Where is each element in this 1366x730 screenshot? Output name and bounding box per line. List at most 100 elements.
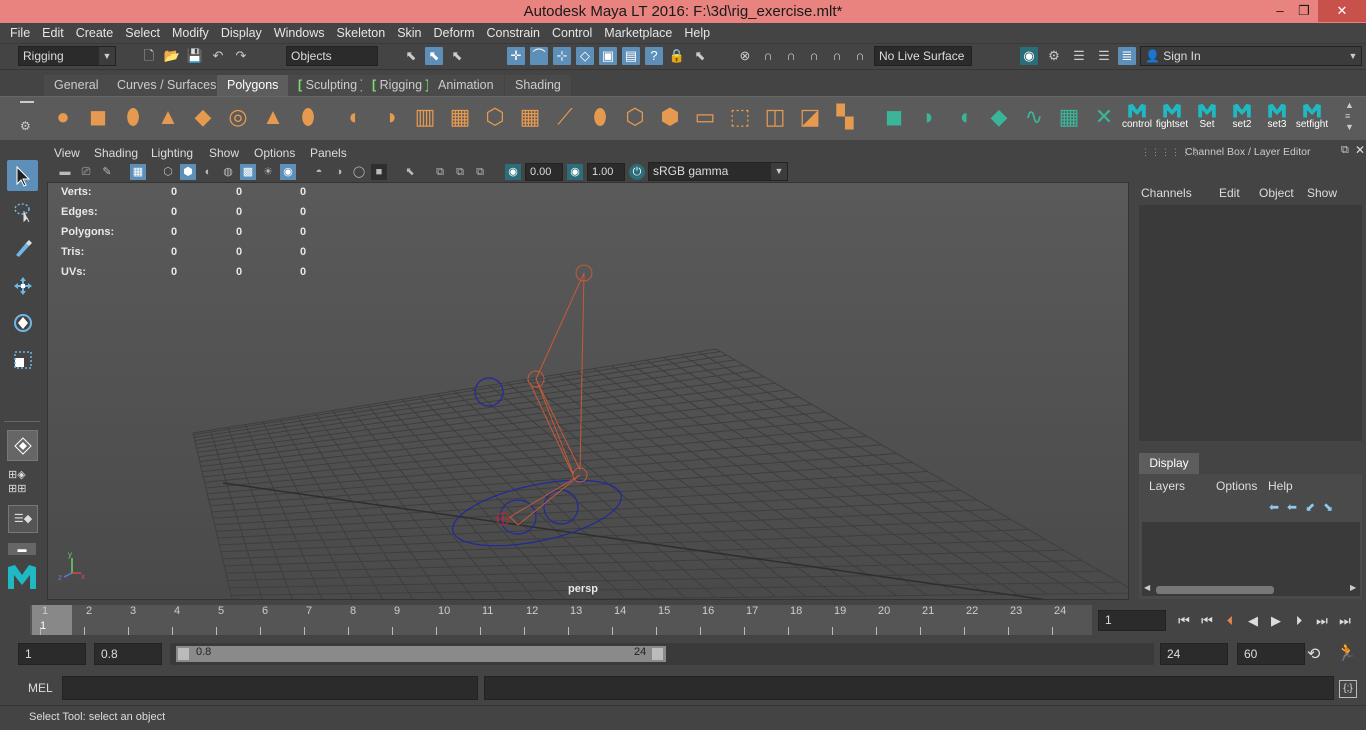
close-panel-icon[interactable]: ✕	[1355, 143, 1365, 157]
multi-cut-icon[interactable]: ⟋	[550, 101, 580, 133]
scale-tool-icon[interactable]	[7, 344, 38, 375]
select-component-icon[interactable]: ⬉	[448, 47, 466, 65]
checker-icon[interactable]: ▦	[1054, 101, 1084, 133]
insert-edge-loop-icon[interactable]: ⬚	[725, 101, 755, 133]
bevel-icon[interactable]: ⬡	[480, 101, 510, 133]
scroll-right-icon[interactable]: ▶	[1350, 583, 1356, 592]
shelf-button-fightset[interactable]: fightset	[1155, 119, 1189, 131]
render-icon[interactable]: ▤	[622, 47, 640, 65]
cut-uv-icon[interactable]: ◗	[914, 101, 944, 133]
surface-magnet-icon[interactable]: ∩	[828, 47, 846, 65]
sphere-icon[interactable]: ●	[48, 101, 78, 133]
bevel-edge-icon[interactable]: ⬡	[620, 101, 650, 133]
tab-general[interactable]: General	[44, 75, 109, 96]
sound-icon[interactable]: ⬉	[691, 47, 709, 65]
snap-curve-icon[interactable]: ⌒	[530, 47, 548, 65]
shelf-button-setfight[interactable]: setfight	[1295, 119, 1329, 131]
live-magnet-icon[interactable]: ∩	[851, 47, 869, 65]
shelf-menu-icon[interactable]	[20, 101, 34, 103]
rotate-tool-icon[interactable]	[7, 307, 38, 338]
menu-help[interactable]: Help	[678, 23, 716, 43]
snap-together-icon[interactable]: ⊗	[736, 47, 754, 65]
current-frame-field[interactable]: 1	[1098, 610, 1166, 631]
bookmark-icon[interactable]: ✎	[99, 164, 115, 180]
magnet-icon[interactable]: ∩	[759, 47, 777, 65]
cube-icon[interactable]: ◼	[83, 101, 113, 133]
motion-blur-icon[interactable]: ◑	[331, 164, 347, 180]
play-backwards-icon[interactable]: ◀	[1244, 612, 1262, 630]
offset-edge-loop-icon[interactable]: ◫	[760, 101, 790, 133]
float-panel-icon[interactable]: ⧉	[1341, 144, 1349, 157]
anim-end-field[interactable]: 60	[1237, 643, 1305, 665]
torus-icon[interactable]: ◎	[223, 101, 253, 133]
step-back-key-icon[interactable]: ⏮	[1198, 612, 1216, 630]
target-weld-icon[interactable]: ⬮	[585, 101, 615, 133]
sign-in-dropdown[interactable]: 👤 Sign In ▼	[1140, 46, 1362, 66]
layer-menu-layers[interactable]: Layers	[1149, 479, 1185, 493]
gear-icon[interactable]: ⚙	[20, 119, 31, 133]
step-back-frame-icon[interactable]: ⏴	[1221, 612, 1239, 630]
menu-marketplace[interactable]: Marketplace	[598, 23, 678, 43]
dotted-magnet-icon[interactable]: ∩	[805, 47, 823, 65]
tab-polygons[interactable]: Polygons	[217, 75, 289, 96]
viewport-menu-shading[interactable]: Shading	[94, 146, 138, 160]
channel-menu-edit[interactable]: Edit	[1219, 186, 1240, 200]
menu-select[interactable]: Select	[119, 23, 166, 43]
menu-windows[interactable]: Windows	[268, 23, 331, 43]
paint-skin-weights-icon[interactable]: ◼	[879, 101, 909, 133]
select-object-icon[interactable]: ⬉	[425, 47, 443, 65]
gamma-icon[interactable]: ◉	[567, 164, 583, 180]
lock-icon[interactable]: 🔒	[668, 47, 686, 65]
outliner-layout-icon[interactable]: ☰◆	[8, 505, 38, 533]
open-scene-icon[interactable]: 📂	[163, 47, 181, 65]
layer-scrollbar[interactable]: ◀ ▶	[1142, 583, 1360, 596]
selection-mode-dropdown[interactable]: Objects	[286, 46, 378, 66]
tab-shading[interactable]: Shading	[505, 75, 571, 96]
lasso-tool-icon[interactable]	[7, 196, 38, 227]
step-forward-frame-icon[interactable]: ⏵	[1290, 612, 1308, 630]
exposure-icon[interactable]: ◉	[505, 164, 521, 180]
layout-toggle-icon[interactable]: ▬	[8, 543, 36, 555]
save-scene-icon[interactable]: 💾	[186, 47, 204, 65]
paint-select-tool-icon[interactable]	[7, 232, 38, 263]
curve-magnet-icon[interactable]: ∩	[782, 47, 800, 65]
new-scene-icon[interactable]: 🗋	[140, 47, 158, 65]
cone-icon[interactable]: ▲	[153, 101, 183, 133]
close-button[interactable]: ✕	[1318, 0, 1366, 22]
ambient-occlusion-icon[interactable]: ◓	[311, 164, 327, 180]
shelf-scroll[interactable]: ▲ ≡ ▼	[1345, 100, 1354, 133]
viewport-menu-options[interactable]: Options	[254, 146, 295, 160]
resolution-gate-icon[interactable]: ⧉	[452, 164, 468, 180]
shelf-button-set3[interactable]: set3	[1260, 119, 1294, 131]
render-settings-icon[interactable]: ⚙	[1045, 47, 1063, 65]
anti-alias-icon[interactable]: ◯	[351, 164, 367, 180]
channel-box-icon[interactable]: ≣	[1118, 47, 1136, 65]
shelf-button-set[interactable]: Set	[1190, 119, 1224, 131]
render-view-icon[interactable]: ◉	[1020, 47, 1038, 65]
tab-animation[interactable]: Animation	[428, 75, 504, 96]
undo-icon[interactable]: ↶	[209, 47, 227, 65]
automatic-uv-icon[interactable]: ▚	[830, 101, 860, 133]
smooth-shade-icon[interactable]: ⬢	[180, 164, 196, 180]
anim-start-field[interactable]: 0.8	[94, 643, 162, 665]
color-management-icon[interactable]: ⏻	[629, 164, 645, 180]
layer-menu-help[interactable]: Help	[1268, 479, 1293, 493]
scrollbar-thumb[interactable]	[1156, 586, 1274, 594]
channel-box-area[interactable]	[1139, 205, 1362, 441]
display-tab[interactable]: Display	[1139, 453, 1199, 474]
attribute-editor-icon[interactable]: ☰	[1070, 47, 1088, 65]
range-slider-track[interactable]: 0.8 24	[170, 643, 1154, 665]
move-tool-icon[interactable]	[7, 270, 38, 301]
exposure-field[interactable]: 0.00	[525, 163, 563, 181]
viewport-menu-lighting[interactable]: Lighting	[151, 146, 193, 160]
pipe-icon[interactable]: ⬮	[293, 101, 323, 133]
gate-mask-icon[interactable]: ⧉	[472, 164, 488, 180]
wireframe-icon[interactable]: ⬡	[160, 164, 176, 180]
maximize-button[interactable]: ❐	[1290, 0, 1318, 22]
step-forward-key-icon[interactable]: ⏭	[1313, 612, 1331, 630]
animation-preferences-icon[interactable]: 🏃	[1336, 643, 1357, 663]
redo-icon[interactable]: ↷	[232, 47, 250, 65]
snap-view-icon[interactable]: ◇	[576, 47, 594, 65]
select-hierarchy-icon[interactable]: ⬉	[402, 47, 420, 65]
tab-curves-surfaces[interactable]: Curves / Surfaces	[107, 75, 227, 96]
